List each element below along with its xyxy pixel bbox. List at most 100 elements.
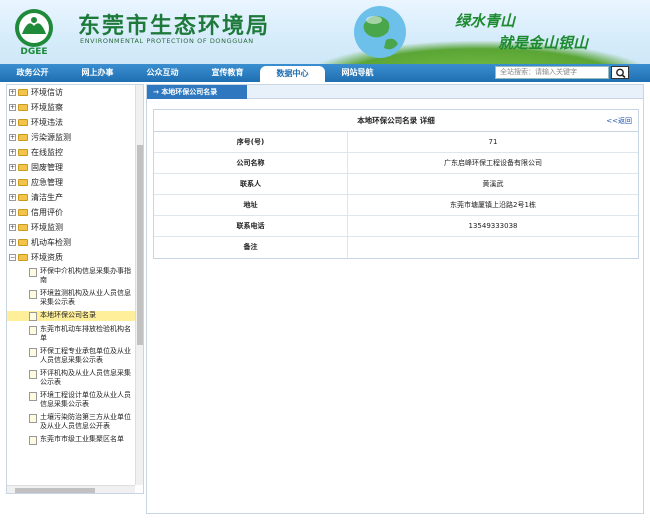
expand-icon[interactable]: + — [9, 239, 16, 246]
expand-icon[interactable]: + — [9, 164, 16, 171]
tree-item[interactable]: + 环境监察 — [7, 100, 135, 115]
tree-subitem[interactable]: 东莞市机动车排放检验机构名单 — [7, 325, 135, 343]
expand-icon[interactable]: + — [9, 104, 16, 111]
row-key: 联系人 — [154, 174, 348, 194]
scroll-thumb[interactable] — [137, 145, 143, 345]
tree-vertical-scrollbar[interactable] — [135, 85, 143, 485]
row-key: 备注 — [154, 237, 348, 258]
row-value: 黄溪武 — [482, 180, 504, 188]
tree-item[interactable]: + 环境监测 — [7, 220, 135, 235]
document-icon — [29, 436, 37, 445]
folder-icon — [18, 89, 28, 96]
folder-icon — [18, 179, 28, 186]
tree-item[interactable]: + 应急管理 — [7, 175, 135, 190]
tree-item-label: 在线监控 — [31, 148, 63, 157]
nav-item-education[interactable]: 宣传教育 — [195, 64, 260, 82]
folder-icon — [18, 149, 28, 156]
tree-item[interactable]: + 信用评价 — [7, 205, 135, 220]
tree-subitem[interactable]: 土壤污染防治第三方从业单位及从业人员信息公开表 — [7, 413, 135, 431]
folder-icon — [18, 104, 28, 111]
nav-item-online-services[interactable]: 网上办事 — [65, 64, 130, 82]
tree-item-label: 环境信访 — [31, 88, 63, 97]
document-icon — [29, 414, 37, 423]
expand-icon[interactable]: + — [9, 134, 16, 141]
tree-subitem[interactable]: 环境监测机构及从业人员信息采集公示表 — [7, 289, 135, 307]
search-button[interactable] — [611, 66, 629, 79]
document-icon — [29, 326, 37, 335]
tree-item[interactable]: + 环境违法 — [7, 115, 135, 130]
scroll-thumb[interactable] — [15, 488, 95, 493]
slogan-line-1: 绿水青山 — [455, 12, 516, 30]
tree-item[interactable]: + 污染源监测 — [7, 130, 135, 145]
panel-header: 本地环保公司名录 详细 <<返回 — [154, 110, 638, 132]
header-banner: DGEE 东莞市生态环境局 ENVIRONMENTAL PROTECTION O… — [0, 0, 650, 64]
main-nav: 政务公开 网上办事 公众互动 宣传教育 数据中心 网站导航 全站搜索：请输入关键… — [0, 64, 650, 82]
tree-subitem-label: 环保工程专业承包单位及从业人员信息采集公示表 — [40, 347, 131, 364]
nav-item-data-center[interactable]: 数据中心 — [260, 66, 325, 82]
site-subtitle: ENVIRONMENTAL PROTECTION OF DONGGUAN — [80, 37, 254, 45]
expand-icon[interactable]: + — [9, 149, 16, 156]
expand-icon[interactable]: + — [9, 194, 16, 201]
tree-item-expanded[interactable]: − 环境资质 — [7, 250, 135, 265]
folder-icon — [18, 239, 28, 246]
document-icon — [29, 268, 37, 277]
tab-local-companies[interactable]: → 本地环保公司名录 — [147, 85, 247, 99]
tree-subitem-label: 土壤污染防治第三方从业单位及从业人员信息公开表 — [40, 413, 131, 430]
tree-item-label: 固废管理 — [31, 163, 63, 172]
globe-icon — [354, 6, 406, 58]
tree-subitem-label: 环境监测机构及从业人员信息采集公示表 — [40, 289, 131, 306]
nav-item-gov-affairs[interactable]: 政务公开 — [0, 64, 65, 82]
nav-item-site-map[interactable]: 网站导航 — [325, 64, 390, 82]
row-value: 东莞市塘厦镇上沿路2号1栋 — [450, 201, 536, 209]
tree-subitem[interactable]: 环保工程专业承包单位及从业人员信息采集公示表 — [7, 347, 135, 365]
row-value — [348, 237, 638, 258]
site-title: 东莞市生态环境局 — [78, 14, 271, 39]
nav-item-public-interaction[interactable]: 公众互动 — [130, 64, 195, 82]
tab-label: 本地环保公司名录 — [161, 88, 218, 96]
expand-icon[interactable]: + — [9, 209, 16, 216]
detail-panel: 本地环保公司名录 详细 <<返回 序号(号) 71 公司名称 广东启峰环保工程设备有… — [153, 109, 639, 259]
tree-item[interactable]: + 机动车检测 — [7, 235, 135, 250]
tree-item[interactable]: + 清洁生产 — [7, 190, 135, 205]
row-value: 广东启峰环保工程设备有限公司 — [444, 159, 542, 167]
table-row: 序号(号) 71 — [154, 132, 638, 153]
collapse-icon[interactable]: − — [9, 254, 16, 261]
tree-subitem[interactable]: 环评机构及从业人员信息采集公示表 — [7, 369, 135, 387]
folder-icon — [18, 119, 28, 126]
tree-item[interactable]: + 环境信访 — [7, 85, 135, 100]
folder-icon — [18, 209, 28, 216]
tree-item-label: 环境违法 — [31, 118, 63, 127]
tree-subitem[interactable]: 环境工程设计单位及从业人员信息采集公示表 — [7, 391, 135, 409]
tree-subitem-selected[interactable]: 本地环保公司名录 — [7, 311, 135, 321]
content-area: → 本地环保公司名录 本地环保公司名录 详细 <<返回 序号(号) 71 公司名称… — [146, 84, 644, 514]
content-tab-bar: → 本地环保公司名录 — [147, 85, 643, 99]
tree-item-label: 机动车检测 — [31, 238, 71, 247]
logo-text: DGEE — [20, 47, 47, 56]
tree-subitem[interactable]: 环保中介机构信息采集办事指南 — [7, 267, 135, 285]
expand-icon[interactable]: + — [9, 89, 16, 96]
expand-icon[interactable]: + — [9, 179, 16, 186]
tree-horizontal-scrollbar[interactable] — [7, 485, 135, 493]
expand-icon[interactable]: + — [9, 119, 16, 126]
document-icon — [29, 348, 37, 357]
table-row: 地址 东莞市塘厦镇上沿路2号1栋 — [154, 195, 638, 216]
tree-item[interactable]: + 固废管理 — [7, 160, 135, 175]
expand-icon[interactable]: + — [9, 224, 16, 231]
folder-icon — [18, 194, 28, 201]
row-key: 公司名称 — [154, 153, 348, 173]
folder-open-icon — [18, 254, 28, 261]
search-icon — [616, 68, 626, 78]
search-input[interactable]: 全站搜索：请输入关键字 — [495, 66, 609, 79]
row-value: 13549333038 — [468, 222, 518, 230]
dgee-logo-icon[interactable]: DGEE — [6, 6, 62, 56]
back-link[interactable]: <<返回 — [606, 110, 632, 132]
tree-item-label: 污染源监测 — [31, 133, 71, 142]
tree-list: + 环境信访 + 环境监察 + 环境违法 + 污染源监测 + 在线监控 + 固废管理 + 应急… — [7, 85, 135, 449]
folder-icon — [18, 164, 28, 171]
tree-item[interactable]: + 在线监控 — [7, 145, 135, 160]
tree-subitem[interactable]: 东莞市市级工业集聚区名单 — [7, 435, 135, 445]
table-row: 备注 — [154, 237, 638, 258]
slogan-line-2: 就是金山银山 — [498, 34, 589, 52]
tree-subitem-label: 本地环保公司名录 — [40, 311, 96, 319]
tree-subitem-label: 东莞市市级工业集聚区名单 — [40, 435, 124, 443]
